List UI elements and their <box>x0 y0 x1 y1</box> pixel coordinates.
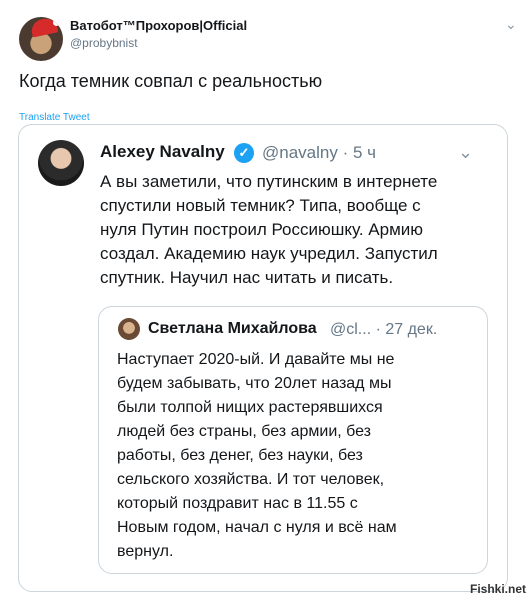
nested-avatar[interactable] <box>118 318 140 340</box>
author-name[interactable]: Ватобот™Прохоров|Official <box>70 18 247 33</box>
nested-handle-time[interactable]: @cl... · 27 дек. <box>330 321 437 339</box>
text-line: работы, без денег, без науки, без <box>117 447 363 464</box>
nested-tweet-text: Наступает 2020-ый. И давайте мы не будем… <box>117 348 487 564</box>
tweet-text: Когда темник совпал с реальностью <box>19 71 323 91</box>
text-line: который поздравит нас в 11.55 с <box>117 495 358 512</box>
text-line: вернул. <box>117 543 174 560</box>
watermark: Fishki.net <box>470 582 527 596</box>
text-line: Наступает 2020-ый. И давайте мы не <box>117 351 395 368</box>
author-avatar[interactable] <box>19 17 63 61</box>
verified-badge-icon: ✓ <box>234 143 254 163</box>
quoted-handle-time[interactable]: @navalny · 5 ч <box>262 143 376 163</box>
text-line: людей без страны, без армии, без <box>117 423 372 440</box>
chevron-down-icon[interactable]: ⌄ <box>505 16 517 33</box>
text-line: были толпой нищих растерявшихся <box>117 399 383 416</box>
chevron-down-icon[interactable]: ⌄ <box>458 142 473 163</box>
text-line: спустили новый темник? Типа, вообще с <box>100 196 421 215</box>
text-line: создал. Академию наук учредил. Запустил <box>100 244 438 263</box>
text-line: сельского хозяйства. И тот человек, <box>117 471 385 488</box>
author-handle[interactable]: @probybnist <box>70 36 138 50</box>
quoted-author-name[interactable]: Alexey Navalny <box>100 142 225 162</box>
translate-tweet-link[interactable]: Translate Tweet <box>19 112 90 123</box>
quoted-tweet-text: А вы заметили, что путинским в интернете… <box>100 170 500 290</box>
text-line: Новым годом, начал с нуля и всё нам <box>117 519 397 536</box>
quoted-avatar[interactable] <box>38 140 84 186</box>
text-line: спутник. Научил нас читать и писать. <box>100 268 394 287</box>
text-line: нуля Путин построил Россиюшку. Армию <box>100 220 423 239</box>
text-line: А вы заметили, что путинским в интернете <box>100 172 438 191</box>
nested-author-name[interactable]: Светлана Михайлова <box>148 320 317 338</box>
text-line: будем забывать, что 20лет назад мы <box>117 375 392 392</box>
